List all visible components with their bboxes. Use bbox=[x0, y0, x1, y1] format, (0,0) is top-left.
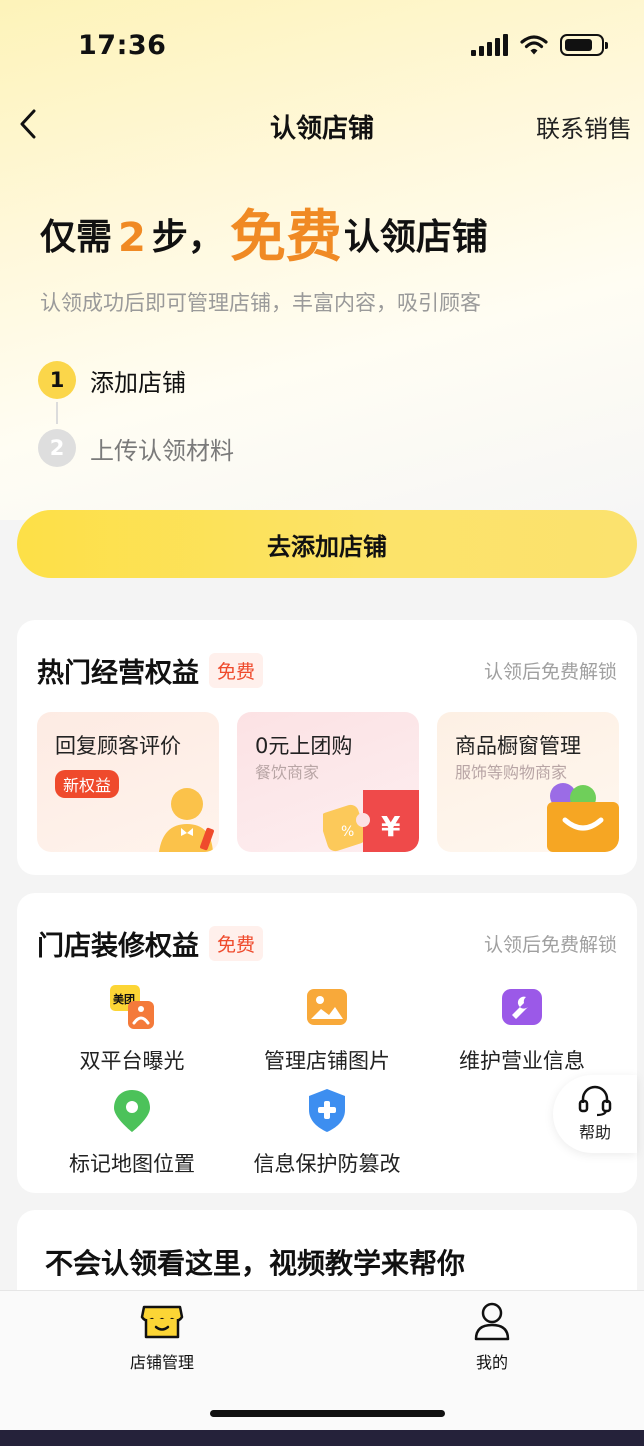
tab-label: 我的 bbox=[475, 1353, 508, 1372]
tab-bar: 店铺管理 我的 bbox=[0, 1290, 644, 1430]
step-number: 1 bbox=[38, 361, 76, 399]
video-section-title: 不会认领看这里，视频教学来帮你 bbox=[45, 1247, 466, 1280]
cellular-signal-icon bbox=[471, 34, 508, 56]
wifi-icon bbox=[520, 35, 548, 55]
unlock-hint: 认领后免费解锁 bbox=[483, 660, 617, 683]
grid-item-business-info[interactable]: 维护营业信息 bbox=[422, 983, 622, 1075]
bottom-edge-strip bbox=[0, 1430, 644, 1446]
new-benefit-badge: 新权益 bbox=[55, 770, 120, 798]
coupon-symbol: % bbox=[341, 824, 354, 840]
shield-icon bbox=[309, 1089, 345, 1132]
help-button[interactable]: 帮助 bbox=[553, 1075, 637, 1153]
grid-item-dual-platform[interactable]: 美团 双平台曝光 bbox=[32, 983, 232, 1075]
headline-steps-count: 2 bbox=[118, 215, 146, 261]
grid-item-label: 信息保护防篡改 bbox=[253, 1152, 401, 1176]
ticket-coupon-icon: % ¥ bbox=[323, 790, 419, 852]
benefit-tile-showcase[interactable]: 商品橱窗管理 服饰等购物商家 bbox=[437, 712, 619, 852]
tab-mine[interactable]: 我的 bbox=[412, 1301, 572, 1373]
battery-icon bbox=[560, 34, 608, 56]
tab-label: 店铺管理 bbox=[129, 1353, 194, 1372]
benefit-tile-group-buy[interactable]: 0元上团购 餐饮商家 % ¥ bbox=[237, 712, 419, 852]
tile-title: 商品橱窗管理 bbox=[455, 734, 581, 758]
hot-benefits-card: 热门经营权益 免费 认领后免费解锁 回复顾客评价 新权益 0元上团购 餐饮商家 … bbox=[17, 620, 637, 875]
card-title: 热门经营权益 bbox=[37, 657, 199, 689]
headline-suffix: 认领店铺 bbox=[343, 217, 488, 258]
card-title: 门店装修权益 bbox=[37, 930, 199, 962]
tile-title: 0元上团购 bbox=[255, 734, 353, 758]
home-indicator bbox=[210, 1410, 445, 1417]
wrench-icon bbox=[502, 989, 542, 1025]
unlock-hint: 认领后免费解锁 bbox=[483, 933, 617, 956]
step-item: 1 添加店铺 bbox=[38, 360, 234, 400]
card-header: 热门经营权益 免费 认领后免费解锁 bbox=[37, 650, 617, 690]
status-bar: 17:36 bbox=[0, 0, 644, 90]
headline-prefix: 仅需 bbox=[40, 217, 113, 258]
customer-service-illustration-icon bbox=[159, 788, 214, 852]
shopping-basket-icon bbox=[547, 783, 619, 852]
user-icon bbox=[474, 1302, 510, 1341]
dual-platform-icon: 美团 bbox=[110, 985, 154, 1029]
tile-subtitle: 餐饮商家 bbox=[255, 763, 320, 782]
status-icons bbox=[471, 34, 608, 56]
tile-title: 回复顾客评价 bbox=[55, 734, 181, 758]
card-header: 门店装修权益 免费 认领后免费解锁 bbox=[37, 923, 617, 963]
free-badge: 免费 bbox=[209, 925, 264, 961]
help-label: 帮助 bbox=[578, 1123, 611, 1142]
store-icon bbox=[140, 1305, 184, 1339]
headline-subtitle: 认领成功后即可管理店铺，丰富内容，吸引顾客 bbox=[40, 291, 481, 315]
step-label: 上传认领材料 bbox=[90, 436, 234, 465]
step-label: 添加店铺 bbox=[90, 368, 186, 397]
step-number: 2 bbox=[38, 429, 76, 467]
headline: 仅需 2 步， 免费 认领店铺 bbox=[40, 200, 488, 270]
grid-item-label: 管理店铺图片 bbox=[264, 1049, 390, 1073]
grid-item-label: 标记地图位置 bbox=[69, 1152, 195, 1176]
image-icon bbox=[307, 989, 347, 1025]
status-time: 17:36 bbox=[78, 30, 167, 61]
grid-item-label: 维护营业信息 bbox=[459, 1049, 585, 1073]
grid-item-label: 双平台曝光 bbox=[79, 1049, 185, 1073]
benefit-tile-reply-reviews[interactable]: 回复顾客评价 新权益 bbox=[37, 712, 219, 852]
step-item: 2 上传认领材料 bbox=[38, 428, 234, 468]
claim-steps: 1 添加店铺 2 上传认领材料 bbox=[38, 360, 234, 468]
step-connector bbox=[56, 402, 58, 424]
grid-item-manage-images[interactable]: 管理店铺图片 bbox=[227, 983, 427, 1075]
tab-store-management[interactable]: 店铺管理 bbox=[82, 1301, 242, 1373]
decor-benefits-card: 门店装修权益 免费 认领后免费解锁 美团 双平台曝光 管理店铺图片 维护营业信息… bbox=[17, 893, 637, 1193]
grid-item-info-protection[interactable]: 信息保护防篡改 bbox=[227, 1086, 427, 1178]
headset-icon bbox=[578, 1085, 612, 1117]
headline-highlight: 免费 bbox=[229, 205, 342, 270]
add-store-button[interactable]: 去添加店铺 bbox=[17, 510, 637, 578]
headline-steps-unit: 步， bbox=[151, 217, 224, 258]
nav-bar: 认领店铺 联系销售 bbox=[0, 100, 644, 150]
contact-sales-link[interactable]: 联系销售 bbox=[536, 109, 632, 144]
ticket-symbol: ¥ bbox=[381, 810, 401, 843]
free-badge: 免费 bbox=[209, 652, 264, 688]
benefit-tiles: 回复顾客评价 新权益 0元上团购 餐饮商家 % ¥ 商品橱窗管理 服饰等购物商家 bbox=[37, 712, 619, 852]
map-pin-icon bbox=[114, 1090, 150, 1132]
grid-item-map-location[interactable]: 标记地图位置 bbox=[32, 1086, 232, 1178]
